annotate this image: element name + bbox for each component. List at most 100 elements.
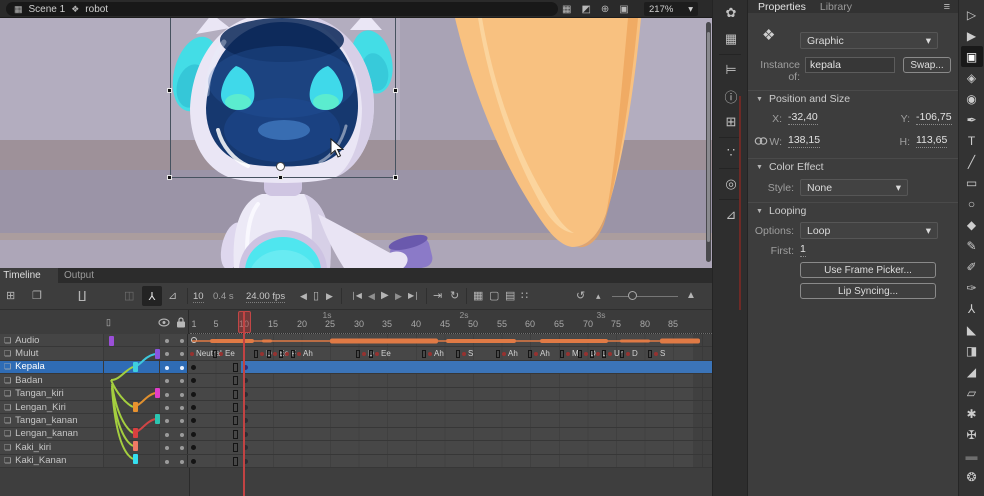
layer-row-kaki-kiri[interactable]: ❏Kaki_kiri bbox=[0, 441, 712, 454]
center-playhead-button[interactable]: ⇥ bbox=[433, 289, 442, 303]
layer-row-lengan-kanan[interactable]: ❏Lengan_kanan bbox=[0, 428, 712, 441]
layer-row-tangan-kiri[interactable]: ❏Tangan_kiri bbox=[0, 388, 712, 401]
selection-handle-left[interactable] bbox=[167, 88, 172, 93]
layer-toggles[interactable] bbox=[160, 401, 188, 413]
stage-canvas[interactable] bbox=[0, 18, 712, 268]
gradient-transform-tool[interactable]: ◈ bbox=[961, 67, 983, 88]
layer-frames[interactable] bbox=[188, 414, 712, 426]
lock-column-icon[interactable] bbox=[176, 317, 186, 328]
section-looping[interactable]: ▼ Looping bbox=[748, 202, 958, 219]
layer-toggles[interactable] bbox=[160, 361, 188, 373]
brush-library-icon[interactable]: ∵ bbox=[713, 140, 749, 166]
canvas-vertical-scrollbar[interactable] bbox=[706, 22, 711, 262]
layer-name-cell[interactable]: ❏Kepala bbox=[0, 361, 104, 373]
history-icon[interactable]: ⊿ bbox=[713, 202, 749, 228]
step-back-button[interactable]: ◀ bbox=[368, 289, 375, 303]
layer-frames[interactable]: Neutral Ee D Ee F Ah D Ee Ah S Ah Ah M D… bbox=[188, 347, 712, 359]
delete-layer-button[interactable]: ∐ bbox=[78, 289, 86, 303]
graph-editor-toggle[interactable]: ⊿ bbox=[168, 289, 177, 303]
layer-parent-cell[interactable] bbox=[104, 388, 160, 400]
color-style-select[interactable]: None ▾ bbox=[800, 179, 908, 196]
zoom-level-select[interactable]: 217% ▾ bbox=[644, 2, 698, 16]
frame-ruler[interactable]: ▯ 1s 2s 3s 1 5 10 15 20 25 bbox=[0, 310, 712, 334]
panel-menu-icon[interactable]: ≡ bbox=[944, 1, 950, 13]
tab-library[interactable]: Library bbox=[820, 1, 852, 13]
rectangle-tool[interactable]: ▭ bbox=[961, 172, 983, 193]
paint-brush-tool[interactable]: ✐ bbox=[961, 256, 983, 277]
layer-row-tangan-kanan[interactable]: ❏Tangan_kanan bbox=[0, 414, 712, 427]
layer-name-cell[interactable]: ❏Kaki_Kanan bbox=[0, 455, 104, 467]
layer-row-mulut[interactable]: ❏Mulut Neutral Ee D Ee F Ah D Ee Ah S Ah… bbox=[0, 347, 712, 360]
go-first-frame-button[interactable]: ❘◀ bbox=[350, 289, 361, 303]
new-layer-button[interactable]: ⊞ bbox=[6, 289, 15, 303]
subselection-tool[interactable]: ▶ bbox=[961, 25, 983, 46]
eraser-tool[interactable]: ▱ bbox=[961, 382, 983, 403]
current-frame-field[interactable]: 10 bbox=[193, 291, 204, 303]
instance-name-field[interactable] bbox=[805, 57, 895, 73]
scrollbar-thumb[interactable] bbox=[707, 32, 710, 242]
layer-toggles[interactable] bbox=[160, 428, 188, 440]
breadcrumb-symbol[interactable]: robot bbox=[85, 4, 108, 15]
prev-keyframe-button[interactable]: ◀ bbox=[300, 289, 307, 303]
loop-playback-button[interactable]: ↻ bbox=[450, 289, 459, 303]
edit-multiple-frames-button[interactable]: ▤ bbox=[505, 289, 515, 303]
layer-row-audio[interactable]: ❏Audio bbox=[0, 334, 712, 347]
section-position-size[interactable]: ▼ Position and Size bbox=[748, 90, 958, 107]
ink-bottle-tool[interactable]: ◨ bbox=[961, 340, 983, 361]
reset-timeline-zoom-button[interactable]: ↺ bbox=[576, 289, 585, 303]
w-value[interactable]: 138,15 bbox=[788, 134, 820, 148]
layer-toggles[interactable] bbox=[160, 334, 188, 346]
layer-frames[interactable] bbox=[188, 401, 712, 413]
layer-row-badan[interactable]: ❏Badan bbox=[0, 374, 712, 387]
layer-toggles[interactable] bbox=[160, 455, 188, 467]
selection-handle-bottom-right[interactable] bbox=[393, 175, 398, 180]
edit-scene-icon[interactable]: ▦ bbox=[562, 4, 571, 15]
pencil-tool[interactable]: ✎ bbox=[961, 235, 983, 256]
play-button[interactable]: ▶ bbox=[381, 289, 389, 303]
selected-frame-span[interactable] bbox=[241, 361, 712, 373]
selection-handle-bottom-left[interactable] bbox=[167, 175, 172, 180]
step-forward-button[interactable]: ▶ bbox=[395, 289, 402, 303]
camera-tool[interactable]: ▬ bbox=[961, 445, 983, 466]
playhead-line[interactable] bbox=[243, 311, 245, 496]
frame-rate-field[interactable]: 24.00 fps bbox=[246, 291, 285, 303]
layer-parent-cell[interactable] bbox=[104, 414, 160, 426]
eye-column-icon[interactable] bbox=[158, 318, 170, 327]
layer-name-cell[interactable]: ❏Lengan_Kiri bbox=[0, 401, 104, 413]
use-frame-picker-button[interactable]: Use Frame Picker... bbox=[800, 262, 936, 278]
puppet-pin-tool[interactable]: ✠ bbox=[961, 424, 983, 445]
free-transform-tool[interactable]: ▣ bbox=[961, 46, 983, 67]
layer-toggles[interactable] bbox=[160, 388, 188, 400]
layer-name-cell[interactable]: ❏Badan bbox=[0, 374, 104, 386]
layer-parent-cell[interactable] bbox=[104, 374, 160, 386]
transform-icon[interactable]: ⊞ bbox=[713, 109, 749, 135]
frame-size-slider[interactable] bbox=[612, 296, 678, 297]
selection-tool[interactable]: ▷ bbox=[961, 4, 983, 25]
layer-frames[interactable] bbox=[188, 361, 712, 373]
layer-name-cell[interactable]: ❏Lengan_kanan bbox=[0, 428, 104, 440]
lip-syncing-button[interactable]: Lip Syncing... bbox=[800, 283, 936, 299]
zoom-out-frames-icon[interactable]: ▴ bbox=[596, 289, 601, 303]
layer-row-kaki-kanan[interactable]: ❏Kaki_Kanan bbox=[0, 455, 712, 468]
modify-markers-button[interactable]: ∷ bbox=[521, 289, 528, 303]
layer-toggles[interactable] bbox=[160, 414, 188, 426]
layer-row-lengan-kiri[interactable]: ❏Lengan_Kiri bbox=[0, 401, 712, 414]
asset-warp-tool[interactable]: ✱ bbox=[961, 403, 983, 424]
edit-symbols-icon[interactable]: ◩ bbox=[581, 4, 590, 15]
paint-bucket-tool[interactable]: ◣ bbox=[961, 319, 983, 340]
layer-name-cell[interactable]: ❏Tangan_kiri bbox=[0, 388, 104, 400]
text-tool[interactable]: T bbox=[961, 130, 983, 151]
creative-cloud-icon[interactable]: ◎ bbox=[713, 171, 749, 197]
layer-frames[interactable] bbox=[188, 455, 712, 467]
layer-parent-cell[interactable] bbox=[104, 334, 160, 346]
bone-tool[interactable]: ⅄ bbox=[961, 298, 983, 319]
tab-output[interactable]: Output bbox=[64, 268, 94, 283]
hand-tool[interactable]: ❂ bbox=[961, 466, 983, 487]
layer-toggles[interactable] bbox=[160, 347, 188, 359]
transformation-point[interactable] bbox=[276, 162, 285, 171]
swap-button[interactable]: Swap... bbox=[903, 57, 951, 73]
layer-name-cell[interactable]: ❏Tangan_kanan bbox=[0, 414, 104, 426]
go-last-frame-button[interactable]: ▶❘ bbox=[408, 289, 419, 303]
layer-parent-cell[interactable] bbox=[104, 441, 160, 453]
symbol-type-select[interactable]: Graphic ▾ bbox=[800, 32, 938, 49]
